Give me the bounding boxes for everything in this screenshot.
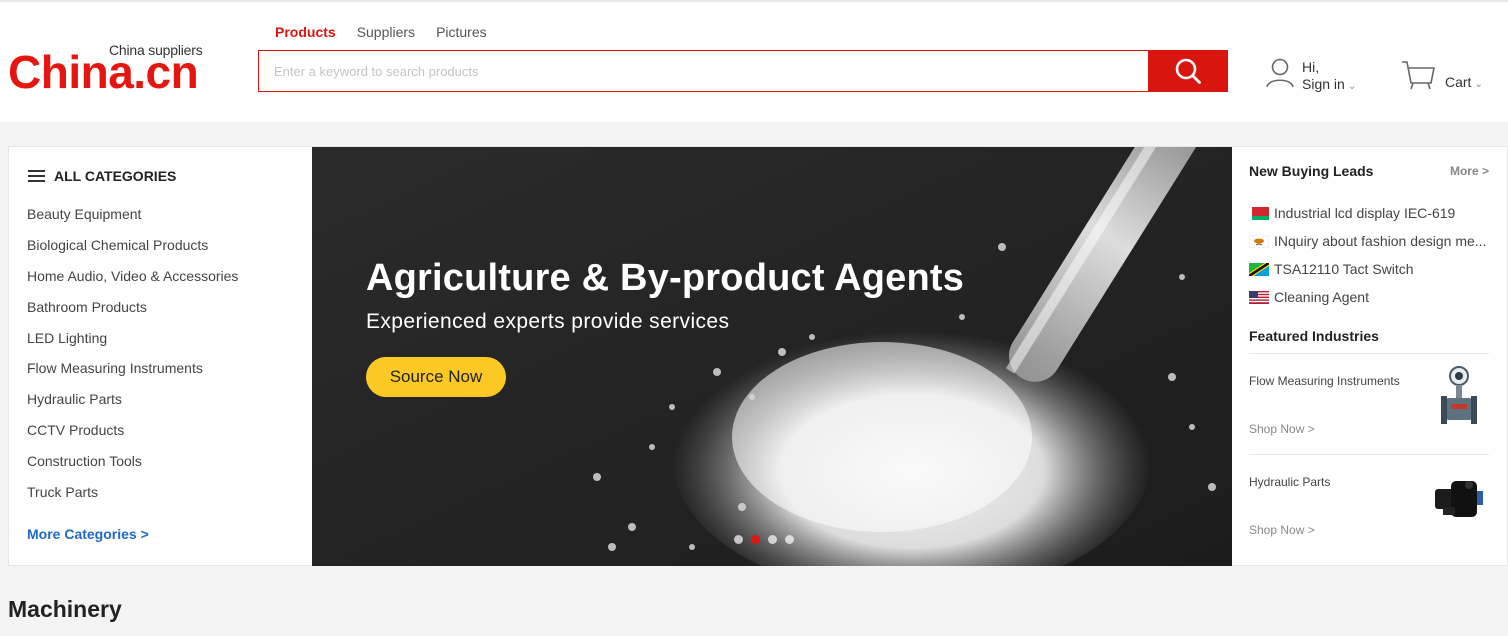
carousel-dot-active[interactable] — [751, 535, 760, 544]
search-tabs: Products Suppliers Pictures — [275, 23, 508, 41]
banner-subtitle: Experienced experts provide services — [366, 310, 730, 333]
categories-header[interactable]: ALL CATEGORIES — [28, 168, 176, 184]
category-item-home-audio[interactable]: Home Audio, Video & Accessories — [27, 266, 238, 297]
banner-title: Agriculture & By-product Agents — [366, 257, 965, 299]
featured-industry-name[interactable]: Hydraulic Parts — [1249, 475, 1330, 489]
china-cn-logo[interactable]: China suppliers China.cn — [8, 38, 218, 98]
featured-industries-title: Featured Industries — [1249, 328, 1379, 344]
greeting-text: Hi, — [1302, 59, 1320, 75]
hero-panel: ALL CATEGORIES Beauty Equipment Biologic… — [8, 146, 1508, 566]
search-input[interactable] — [259, 51, 1148, 91]
buying-lead-item[interactable]: Industrial lcd display IEC-619 — [1249, 199, 1489, 227]
logo-wordmark: China.cn — [8, 46, 199, 98]
chevron-down-icon: ⌄ — [1474, 79, 1483, 90]
category-item-construction-tools[interactable]: Construction Tools — [27, 451, 238, 482]
carousel-dot[interactable] — [785, 535, 794, 544]
category-item-led-lighting[interactable]: LED Lighting — [27, 328, 238, 359]
tanzania-flag-icon — [1249, 262, 1269, 276]
buying-lead-item[interactable]: Cleaning Agent — [1249, 283, 1489, 311]
search-bar — [258, 50, 1228, 92]
category-item-flow-measuring[interactable]: Flow Measuring Instruments — [27, 358, 238, 389]
category-item-biological-chemical[interactable]: Biological Chemical Products — [27, 235, 238, 266]
sign-in-label: Sign in — [1302, 76, 1345, 92]
buying-leads-list: Industrial lcd display IEC-619 INquiry a… — [1249, 199, 1489, 311]
categories-title: ALL CATEGORIES — [54, 168, 177, 184]
flow-meter-image — [1441, 366, 1477, 424]
cyprus-flag-icon — [1249, 234, 1269, 248]
buying-lead-text: TSA12110 Tact Switch — [1274, 261, 1414, 277]
usa-flag-icon — [1249, 290, 1269, 304]
category-item-bathroom[interactable]: Bathroom Products — [27, 297, 238, 328]
shop-now-link[interactable]: Shop Now > — [1249, 523, 1315, 537]
cart-menu[interactable]: Cart ⌄ — [1400, 59, 1490, 95]
tab-products[interactable]: Products — [275, 23, 336, 41]
site-header: China suppliers China.cn Products Suppli… — [0, 0, 1508, 122]
cart-icon — [1402, 61, 1435, 90]
right-sidebar: New Buying Leads More > Industrial lcd d… — [1232, 147, 1507, 565]
featured-industry-card[interactable]: Hydraulic Parts Shop Now > — [1249, 455, 1489, 555]
featured-industry-card[interactable]: Flow Measuring Instruments Shop Now > — [1249, 354, 1489, 454]
buying-lead-text: INquiry about fashion design me... — [1274, 233, 1487, 249]
buying-leads-more-link[interactable]: More > — [1450, 164, 1489, 178]
category-menu: ALL CATEGORIES Beauty Equipment Biologic… — [9, 147, 312, 565]
hero-banner[interactable]: Agriculture & By-product Agents Experien… — [312, 147, 1232, 566]
hydraulic-part-image — [1435, 481, 1483, 517]
cart-label: Cart — [1445, 74, 1472, 90]
buying-leads-title: New Buying Leads — [1249, 163, 1374, 179]
carousel-dot[interactable] — [768, 535, 777, 544]
buying-lead-item[interactable]: INquiry about fashion design me... — [1249, 227, 1489, 255]
search-button[interactable] — [1148, 50, 1228, 91]
carousel-dot[interactable] — [734, 535, 743, 544]
hamburger-menu-icon — [28, 170, 45, 182]
search-icon — [1175, 58, 1201, 84]
category-item-beauty-equipment[interactable]: Beauty Equipment — [27, 204, 238, 235]
category-item-cctv[interactable]: CCTV Products — [27, 420, 238, 451]
more-categories-link[interactable]: More Categories > — [27, 526, 149, 542]
sign-in-menu[interactable]: Hi, Sign in ⌄ — [1265, 57, 1365, 97]
buying-lead-text: Cleaning Agent — [1274, 289, 1369, 305]
cart-link[interactable]: Cart ⌄ — [1445, 74, 1483, 90]
buying-lead-text: Industrial lcd display IEC-619 — [1274, 205, 1456, 221]
carousel-dots — [734, 535, 802, 544]
belarus-flag-icon — [1249, 206, 1269, 220]
tab-suppliers[interactable]: Suppliers — [357, 23, 415, 41]
sign-in-link[interactable]: Sign in ⌄ — [1302, 76, 1356, 95]
tab-pictures[interactable]: Pictures — [436, 23, 487, 41]
shop-now-link[interactable]: Shop Now > — [1249, 422, 1315, 436]
category-item-truck-parts[interactable]: Truck Parts — [27, 482, 238, 513]
source-now-button[interactable]: Source Now — [366, 357, 506, 397]
category-list: Beauty Equipment Biological Chemical Pro… — [27, 204, 238, 513]
buying-leads-header: New Buying Leads More > — [1249, 163, 1489, 183]
buying-lead-item[interactable]: TSA12110 Tact Switch — [1249, 255, 1489, 283]
category-item-hydraulic-parts[interactable]: Hydraulic Parts — [27, 389, 238, 420]
featured-industry-name[interactable]: Flow Measuring Instruments — [1249, 374, 1400, 388]
user-icon — [1266, 58, 1294, 88]
section-title-machinery: Machinery — [8, 596, 122, 622]
chevron-down-icon: ⌄ — [1347, 81, 1357, 92]
